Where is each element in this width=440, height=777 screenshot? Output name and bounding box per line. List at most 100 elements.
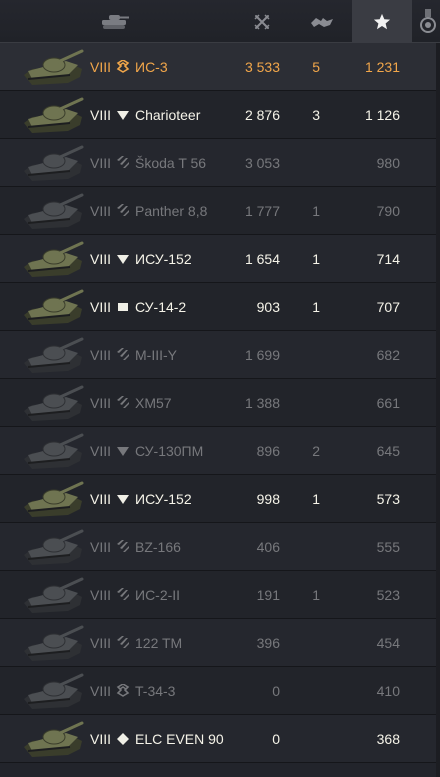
table-row[interactable]: VIII XM57 1 388 661 <box>0 379 440 427</box>
frags-value: 1 <box>312 251 320 267</box>
damage-value: 1 777 <box>244 203 280 219</box>
vehicle-name: XM57 <box>135 395 172 411</box>
heavy-tank-icon <box>117 156 129 168</box>
table-row[interactable]: VIII ИСУ-152 1 654 1 714 <box>0 235 440 283</box>
table-row[interactable]: VIII Panther 8,8 1 777 1 790 <box>0 187 440 235</box>
table-row[interactable]: VIII M-III-Y 1 699 682 <box>0 331 440 379</box>
damage-value: 396 <box>256 635 280 651</box>
damage-value: 1 654 <box>244 251 280 267</box>
table-row[interactable]: VIII ИСУ-152 998 1 573 <box>0 475 440 523</box>
table-row[interactable]: VIII Škoda T 56 3 053 980 <box>0 139 440 187</box>
experience-value: 368 <box>376 731 400 747</box>
tank-image <box>18 621 86 665</box>
table-row[interactable]: VIII BZ-166 406 555 <box>0 523 440 571</box>
sort-vehicle-column[interactable] <box>90 0 140 43</box>
tank-image <box>18 381 86 425</box>
vehicle-name: Charioteer <box>135 107 201 123</box>
table-row[interactable]: VIII ИС-3 3 533 5 1 231 <box>0 43 440 91</box>
heavy-tank-icon <box>117 636 129 648</box>
damage-value: 1 699 <box>244 347 280 363</box>
scrollbar[interactable] <box>436 43 440 777</box>
tank-image <box>18 429 86 473</box>
tank-image <box>18 477 86 521</box>
heavy-tank-icon <box>117 204 129 216</box>
damage-value: 903 <box>256 299 280 315</box>
frags-value: 1 <box>312 491 320 507</box>
td-icon <box>117 447 129 456</box>
frags-value <box>280 523 320 571</box>
tier-label: VIII <box>90 299 112 315</box>
experience-value: 661 <box>376 395 400 411</box>
vehicle-name: СУ-130ПМ <box>135 443 204 459</box>
table-row[interactable]: VIII Charioteer 2 876 3 1 126 <box>0 91 440 139</box>
heavy-tank-icon <box>117 588 129 600</box>
table-row[interactable]: VIII T-34-3 0 410 <box>0 667 440 715</box>
experience-value: 707 <box>376 299 400 315</box>
tank-image <box>18 45 86 89</box>
heavy-tank-icon <box>117 396 129 408</box>
tier-label: VIII <box>90 683 112 699</box>
tank-icon <box>102 14 129 29</box>
damage-value: 3 533 <box>244 59 280 75</box>
spg-icon <box>118 303 128 311</box>
damage-value: 998 <box>256 491 280 507</box>
td-icon <box>117 111 129 120</box>
damage-value: 0 <box>272 731 280 747</box>
heavy-tank-icon <box>117 540 129 552</box>
tier-label: VIII <box>90 443 112 459</box>
vehicle-name: СУ-14-2 <box>135 299 187 315</box>
experience-value: 645 <box>376 443 400 459</box>
tier-label: VIII <box>90 539 112 555</box>
tank-image <box>18 189 86 233</box>
tank-image <box>18 237 86 281</box>
vehicle-name: Škoda T 56 <box>135 155 207 171</box>
experience-value: 714 <box>376 251 400 267</box>
td-icon <box>117 255 129 264</box>
tank-image <box>18 525 86 569</box>
sort-damage-column[interactable] <box>242 0 282 43</box>
experience-value: 790 <box>376 203 400 219</box>
tier-label: VIII <box>90 203 112 219</box>
vehicle-name: ИСУ-152 <box>135 251 192 267</box>
table-row[interactable]: VIII СУ-130ПМ 896 2 645 <box>0 427 440 475</box>
destroyed-tanks-icon <box>311 17 333 27</box>
sort-experience-column[interactable] <box>352 0 412 43</box>
tank-image <box>18 141 86 185</box>
tank-image <box>18 717 86 761</box>
medium-tank-icon <box>116 60 130 73</box>
table-row[interactable]: VIII 122 TM 396 454 <box>0 619 440 667</box>
sort-medals-column[interactable] <box>416 0 440 43</box>
experience-value: 410 <box>376 683 400 699</box>
medium-tank-icon <box>116 684 130 697</box>
tier-label: VIII <box>90 59 112 75</box>
table-row[interactable]: VIII СУ-14-2 903 1 707 <box>0 283 440 331</box>
tier-label: VIII <box>90 155 112 171</box>
tank-image <box>18 573 86 617</box>
tank-image <box>18 333 86 377</box>
table-row[interactable]: VIII ИС-2-II 191 1 523 <box>0 571 440 619</box>
tank-image <box>18 285 86 329</box>
tier-label: VIII <box>90 491 112 507</box>
stats-header <box>0 0 440 43</box>
tank-image <box>18 669 86 713</box>
damage-value: 2 876 <box>244 107 280 123</box>
vehicle-name: ИС-3 <box>135 59 168 75</box>
vehicle-name: T-34-3 <box>135 683 176 699</box>
tier-label: VIII <box>90 251 112 267</box>
tier-label: VIII <box>90 395 112 411</box>
frags-value <box>280 139 320 187</box>
damage-value: 896 <box>256 443 280 459</box>
experience-value: 980 <box>376 155 400 171</box>
table-row[interactable]: VIII ELC EVEN 90 0 368 <box>0 715 440 763</box>
frags-value <box>280 619 320 667</box>
frags-value: 1 <box>312 203 320 219</box>
sort-frags-column[interactable] <box>300 0 344 43</box>
vehicle-name: ИСУ-152 <box>135 491 192 507</box>
damage-value: 0 <box>272 683 280 699</box>
experience-value: 1 126 <box>364 107 400 123</box>
tier-label: VIII <box>90 587 112 603</box>
experience-value: 454 <box>376 635 400 651</box>
damage-value: 3 053 <box>244 155 280 171</box>
light-tank-icon <box>117 733 129 745</box>
frags-value: 5 <box>312 59 320 75</box>
